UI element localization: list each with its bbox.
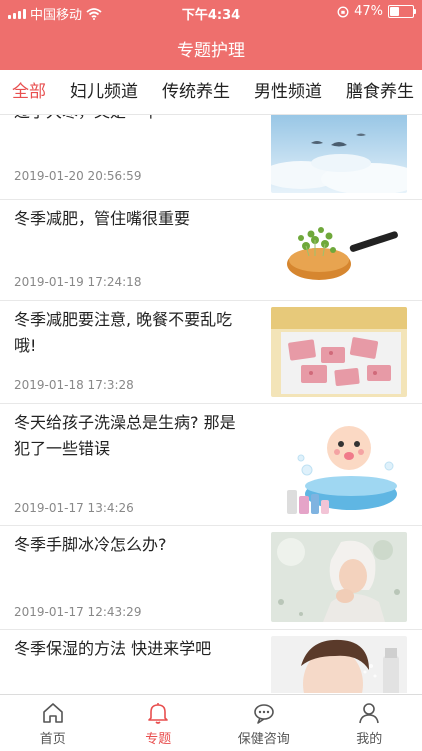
article-title: 过了大寒，又是一年 <box>14 115 250 125</box>
tabbar-topics-label: 专题 <box>145 728 171 747</box>
article-item[interactable]: 冬季减肥，管住嘴很重要 2019-01-19 17:24:18 <box>0 200 422 301</box>
tabbar-profile[interactable]: 我的 <box>317 695 422 751</box>
article-thumbnail-sprouts-pan <box>271 206 407 296</box>
category-tabs: 全部 妇儿频道 传统养生 男性频道 膳食养生 <box>0 70 422 115</box>
tab-men[interactable]: 男性频道 <box>242 70 334 114</box>
tab-diet-health[interactable]: 膳食养生 <box>334 70 422 114</box>
article-thumbnail-woman-winter <box>271 532 407 622</box>
article-list: 过了大寒，又是一年 2019-01-20 20:56:59 冬季减肥，管住嘴很重… <box>0 115 422 693</box>
person-icon <box>356 700 382 726</box>
article-item[interactable]: 冬天给孩子洗澡总是生病? 那是犯了一些错误 2019-01-17 13:4:26 <box>0 404 422 526</box>
article-time: 2019-01-17 12:43:29 <box>14 605 141 619</box>
tabbar-topics[interactable]: 专题 <box>106 695 212 751</box>
article-time: 2019-01-19 17:24:18 <box>14 275 141 289</box>
article-time: 2019-01-20 20:56:59 <box>14 169 141 183</box>
battery-percent: 47% <box>354 4 383 19</box>
orientation-lock-icon <box>337 6 349 18</box>
tabbar-home-label: 首页 <box>40 728 66 747</box>
tab-all[interactable]: 全部 <box>0 70 58 114</box>
article-title: 冬季手脚冰冷怎么办? <box>14 532 250 558</box>
nav-bar: 专题护理 <box>0 26 422 70</box>
article-item[interactable]: 冬季手脚冰冷怎么办? 2019-01-17 12:43:29 <box>0 526 422 630</box>
article-thumbnail-sky-birds <box>271 115 407 193</box>
bell-icon <box>145 700 171 726</box>
article-thumbnail-baby-bath <box>271 410 407 522</box>
article-item[interactable]: 冬季减肥要注意, 晚餐不要乱吃哦! 2019-01-18 17:3:28 <box>0 301 422 404</box>
article-time: 2019-01-17 13:4:26 <box>14 501 134 515</box>
tab-women-children[interactable]: 妇儿频道 <box>58 70 150 114</box>
tabbar-home[interactable]: 首页 <box>0 695 106 751</box>
tab-traditional-health[interactable]: 传统养生 <box>150 70 242 114</box>
article-thumbnail-skincare-spray <box>271 636 407 693</box>
bottom-tab-bar: 首页 专题 保健咨询 我的 <box>0 694 422 751</box>
tabbar-profile-label: 我的 <box>356 728 382 747</box>
article-item[interactable]: 冬季保湿的方法 快进来学吧 <box>0 630 422 693</box>
tabbar-health-consult[interactable]: 保健咨询 <box>211 695 317 751</box>
chat-icon <box>251 700 277 726</box>
home-icon <box>40 700 66 726</box>
status-right: 47% <box>337 4 414 19</box>
page-title: 专题护理 <box>177 36 245 61</box>
article-title: 冬季减肥，管住嘴很重要 <box>14 206 250 232</box>
article-title: 冬季减肥要注意, 晚餐不要乱吃哦! <box>14 307 250 359</box>
article-thumbnail-pink-dessert <box>271 307 407 397</box>
status-bar: 中国移动 下午4:34 47% <box>0 0 422 26</box>
tabbar-health-consult-label: 保健咨询 <box>238 728 290 747</box>
article-time: 2019-01-18 17:3:28 <box>14 378 134 392</box>
article-title: 冬季保湿的方法 快进来学吧 <box>14 636 250 662</box>
battery-icon <box>388 5 414 18</box>
article-title: 冬天给孩子洗澡总是生病? 那是犯了一些错误 <box>14 410 250 462</box>
article-item[interactable]: 过了大寒，又是一年 2019-01-20 20:56:59 <box>0 115 422 200</box>
